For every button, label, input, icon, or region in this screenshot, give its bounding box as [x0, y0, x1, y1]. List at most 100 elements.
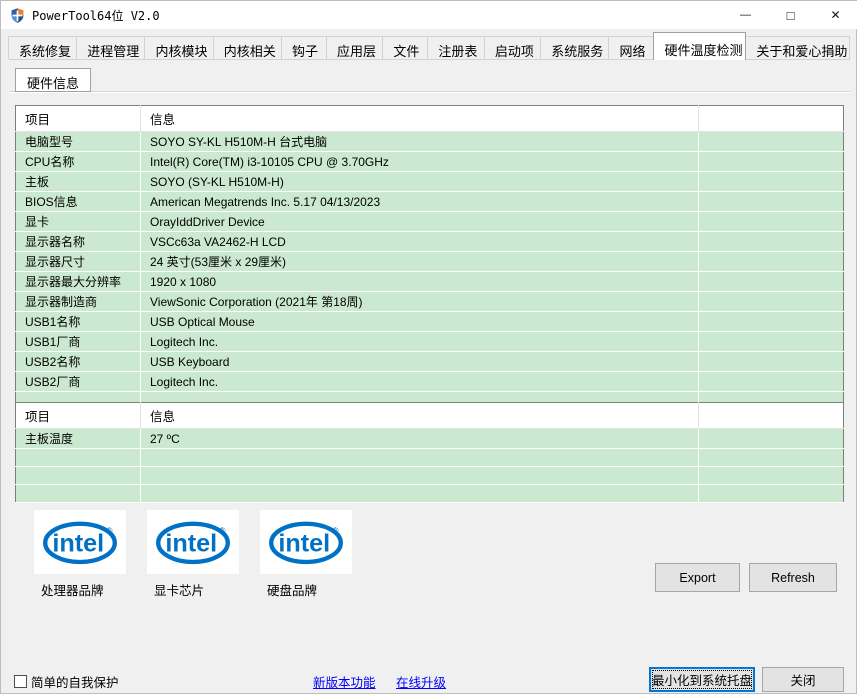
- online-upgrade-link[interactable]: 在线升级: [396, 672, 446, 691]
- window-title: PowerTool64位 V2.0: [32, 7, 160, 24]
- table-row[interactable]: USB1厂商 Logitech Inc.: [16, 332, 844, 352]
- main-tab[interactable]: 内核模块: [144, 36, 213, 59]
- column-header-info[interactable]: 信息: [141, 106, 699, 132]
- table-row[interactable]: [16, 485, 844, 503]
- main-tab[interactable]: 内核相关: [213, 36, 282, 59]
- table-row[interactable]: CPU名称 Intel(R) Core(TM) i3-10105 CPU @ 3…: [16, 152, 844, 172]
- minimize-to-tray-button[interactable]: 最小化到系统托盘: [649, 667, 755, 692]
- svg-text:intel: intel: [165, 530, 217, 558]
- table-row[interactable]: [16, 467, 844, 485]
- table-row[interactable]: 显卡 OrayIddDriver Device: [16, 212, 844, 232]
- checkbox-icon[interactable]: [14, 675, 27, 688]
- sub-tab-bar: 硬件信息: [15, 68, 91, 92]
- column-header-item[interactable]: 项目: [16, 106, 141, 132]
- cell-info: USB Optical Mouse: [141, 312, 699, 332]
- main-tab[interactable]: 硬件温度检测: [653, 32, 746, 60]
- main-tab[interactable]: 应用层: [326, 36, 383, 59]
- new-version-features-link[interactable]: 新版本功能: [313, 672, 376, 691]
- cell-empty: [699, 485, 844, 503]
- cell-empty: [699, 192, 844, 212]
- cell-item: [16, 449, 141, 467]
- main-tab[interactable]: 进程管理: [76, 36, 145, 59]
- main-tab-label: 内核相关: [224, 44, 276, 59]
- cell-item: CPU名称: [16, 152, 141, 172]
- cell-empty: [699, 212, 844, 232]
- cell-item: [16, 485, 141, 503]
- column-header-empty: [699, 403, 844, 429]
- sub-tab-hardware-info[interactable]: 硬件信息: [15, 68, 91, 92]
- maximize-icon[interactable]: □: [768, 1, 813, 29]
- minimize-icon[interactable]: —: [723, 1, 768, 29]
- table-row[interactable]: [16, 449, 844, 467]
- column-header-info[interactable]: 信息: [141, 403, 699, 429]
- main-tab-label: 网络: [619, 44, 645, 59]
- table-row[interactable]: 主板温度 27 ºC: [16, 429, 844, 449]
- cell-item: USB2名称: [16, 352, 141, 372]
- table-row[interactable]: BIOS信息 American Megatrends Inc. 5.17 04/…: [16, 192, 844, 212]
- cell-info: American Megatrends Inc. 5.17 04/13/2023: [141, 192, 699, 212]
- cell-item: 主板: [16, 172, 141, 192]
- svg-text:intel: intel: [52, 530, 104, 558]
- main-tab-label: 关于和爱心捐助: [756, 44, 847, 59]
- brand-block: intel ® 处理器品牌: [34, 510, 126, 599]
- table-row[interactable]: 主板 SOYO (SY-KL H510M-H): [16, 172, 844, 192]
- main-tab[interactable]: 文件: [382, 36, 428, 59]
- cell-item: 显示器尺寸: [16, 252, 141, 272]
- brand-label: 处理器品牌: [34, 580, 126, 599]
- column-header-item[interactable]: 项目: [16, 403, 141, 429]
- main-tab[interactable]: 系统服务: [540, 36, 609, 59]
- svg-text:®: ®: [106, 525, 113, 535]
- main-tab[interactable]: 关于和爱心捐助: [745, 36, 850, 59]
- cell-item: USB2厂商: [16, 372, 141, 392]
- main-tab[interactable]: 钩子: [281, 36, 327, 59]
- table-row[interactable]: 电脑型号 SOYO SY-KL H510M-H 台式电脑: [16, 132, 844, 152]
- cell-item: 主板温度: [16, 429, 141, 449]
- cell-empty: [699, 252, 844, 272]
- cell-info: Intel(R) Core(TM) i3-10105 CPU @ 3.70GHz: [141, 152, 699, 172]
- cell-empty: [699, 312, 844, 332]
- close-icon[interactable]: ✕: [813, 1, 857, 29]
- table-row[interactable]: 显示器制造商 ViewSonic Corporation (2021年 第18周…: [16, 292, 844, 312]
- cell-empty: [699, 429, 844, 449]
- cell-info: Logitech Inc.: [141, 372, 699, 392]
- sub-tab-label: 硬件信息: [27, 76, 79, 91]
- table-row[interactable]: 显示器名称 VSCc63a VA2462-H LCD: [16, 232, 844, 252]
- cell-info: 24 英寸(53厘米 x 29厘米): [141, 252, 699, 272]
- main-tab[interactable]: 系统修复: [8, 36, 77, 59]
- table-row[interactable]: USB2名称 USB Keyboard: [16, 352, 844, 372]
- self-protect-checkbox-row[interactable]: 简单的自我保护: [14, 672, 119, 691]
- title-bar: PowerTool64位 V2.0 — □ ✕: [1, 1, 857, 29]
- main-tab[interactable]: 注册表: [427, 36, 484, 59]
- main-tab[interactable]: 网络: [608, 36, 654, 59]
- cell-item: 电脑型号: [16, 132, 141, 152]
- table-row[interactable]: 显示器尺寸 24 英寸(53厘米 x 29厘米): [16, 252, 844, 272]
- cell-empty: [699, 292, 844, 312]
- table-row[interactable]: 显示器最大分辨率 1920 x 1080: [16, 272, 844, 292]
- main-tab-label: 硬件温度检测: [664, 43, 742, 58]
- table-row[interactable]: USB2厂商 Logitech Inc.: [16, 372, 844, 392]
- close-button[interactable]: 关闭: [762, 667, 844, 692]
- table-row[interactable]: USB1名称 USB Optical Mouse: [16, 312, 844, 332]
- cell-item: 显卡: [16, 212, 141, 232]
- main-tab-label: 应用层: [337, 44, 376, 59]
- cell-empty: [699, 152, 844, 172]
- cell-info: SOYO (SY-KL H510M-H): [141, 172, 699, 192]
- app-shield-icon: [9, 7, 26, 24]
- self-protect-label: 简单的自我保护: [31, 672, 119, 691]
- brand-logos: intel ® 处理器品牌 intel ® 显卡芯片 intel: [34, 510, 352, 599]
- main-tab-bar: 系统修复 进程管理 内核模块 内核相关 钩子 应用层 文件 注册表 启动项: [9, 37, 850, 60]
- hardware-info-table: 项目 信息 电脑型号 SOYO SY-KL H510M-H 台式电脑 CPU名称…: [15, 105, 844, 428]
- cell-empty: [699, 352, 844, 372]
- cell-info: [141, 485, 699, 503]
- cell-info: VSCc63a VA2462-H LCD: [141, 232, 699, 252]
- cell-info: 27 ºC: [141, 429, 699, 449]
- brand-label: 显卡芯片: [147, 580, 239, 599]
- main-tab[interactable]: 启动项: [484, 36, 541, 59]
- cell-item: 显示器名称: [16, 232, 141, 252]
- cell-info: SOYO SY-KL H510M-H 台式电脑: [141, 132, 699, 152]
- cell-info: [141, 449, 699, 467]
- main-tab-label: 钩子: [292, 44, 318, 59]
- refresh-button[interactable]: Refresh: [749, 563, 837, 592]
- export-button[interactable]: Export: [655, 563, 740, 592]
- cell-info: 1920 x 1080: [141, 272, 699, 292]
